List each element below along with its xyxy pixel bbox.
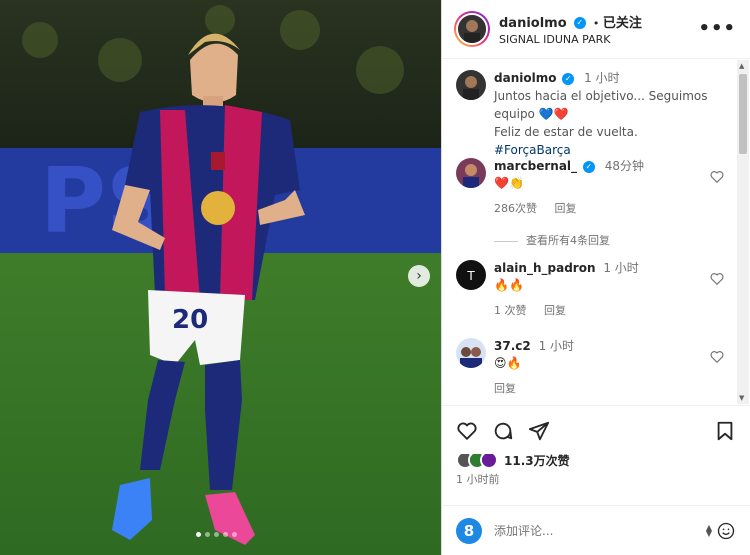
verified-icon: ✓ [573, 16, 586, 29]
likes-count[interactable]: 11.3万次赞 [504, 452, 570, 469]
save-icon[interactable] [714, 420, 736, 442]
posted-time: 1 小时前 [456, 473, 500, 486]
caption-time: 1 小时 [584, 71, 620, 85]
caption-text-line2: Feliz de estar de vuelta. [494, 125, 638, 139]
more-options-icon[interactable]: ••• [698, 18, 736, 39]
share-icon[interactable] [528, 420, 550, 442]
emoji-icon[interactable] [716, 521, 736, 541]
comment-username[interactable]: marcbernal_ [494, 159, 577, 173]
verified-icon: ✓ [562, 72, 575, 85]
caption-text-line1: Juntos hacia el objetivo... Seguimos equ… [494, 89, 708, 121]
avatar [480, 451, 498, 469]
chevron-right-icon: › [416, 268, 422, 284]
view-replies-button[interactable]: 查看所有4条回复 [494, 232, 610, 248]
reply-button[interactable]: 回复 [494, 382, 516, 395]
comments-scrollbar[interactable]: ▲ ▼ [737, 60, 749, 404]
following-button[interactable]: 已关注 [603, 16, 642, 31]
caption-username[interactable]: daniolmo [494, 71, 556, 85]
comment-icon[interactable] [492, 420, 514, 442]
comment-username[interactable]: alain_h_padron [494, 261, 596, 275]
comment-text: 😍🔥 [494, 356, 522, 370]
author-avatar[interactable] [454, 11, 490, 47]
post-header: daniolmo ✓ • 已关注 SIGNAL IDUNA PARK ••• [442, 0, 750, 59]
comment-time: 1 小时 [538, 339, 575, 353]
carousel-dots [196, 532, 237, 537]
comments-list: daniolmo ✓ 1 小时 Juntos hacia el objetivo… [442, 60, 750, 404]
heart-icon[interactable] [456, 420, 478, 442]
avatar[interactable] [456, 70, 486, 100]
reply-button[interactable]: 回复 [544, 304, 566, 317]
comment-input[interactable] [494, 523, 674, 538]
avatar[interactable] [456, 158, 486, 188]
comment-text: ❤️👏 [494, 176, 524, 190]
post-photo: PS 20 › [0, 0, 441, 555]
add-comment-bar: 8 ▲▼ [442, 505, 750, 555]
post-actions: 11.3万次赞 1 小时前 [442, 405, 750, 505]
stepper-icon[interactable]: ▲ ▼ [706, 523, 712, 537]
next-photo-button[interactable]: › [408, 265, 430, 287]
svg-text:T: T [466, 269, 475, 283]
comment-likes[interactable]: 286次赞 [494, 202, 537, 215]
heart-icon[interactable] [710, 350, 724, 364]
comment-likes[interactable]: 1 次赞 [494, 304, 527, 317]
likes-summary[interactable]: 11.3万次赞 [456, 451, 570, 469]
author-username[interactable]: daniolmo [499, 16, 567, 31]
heart-icon[interactable] [710, 170, 724, 184]
reply-button[interactable]: 回复 [555, 202, 577, 215]
hashtag-link[interactable]: #ForçaBarça [494, 143, 571, 157]
verified-icon: ✓ [582, 160, 595, 173]
location-link[interactable]: SIGNAL IDUNA PARK [499, 33, 642, 46]
app-logo-icon: 8 [456, 517, 482, 544]
heart-icon[interactable] [710, 272, 724, 286]
comment-time: 1 小时 [603, 261, 639, 275]
comment-text: 🔥🔥 [494, 278, 524, 292]
avatar[interactable] [456, 338, 486, 368]
avatar[interactable]: T [456, 260, 486, 290]
jersey-number: 20 [172, 305, 208, 335]
comment-time: 48分钟 [604, 159, 644, 173]
comment-username[interactable]: 37.c2 [494, 339, 531, 353]
post-details-panel: daniolmo ✓ • 已关注 SIGNAL IDUNA PARK ••• d… [441, 0, 750, 555]
